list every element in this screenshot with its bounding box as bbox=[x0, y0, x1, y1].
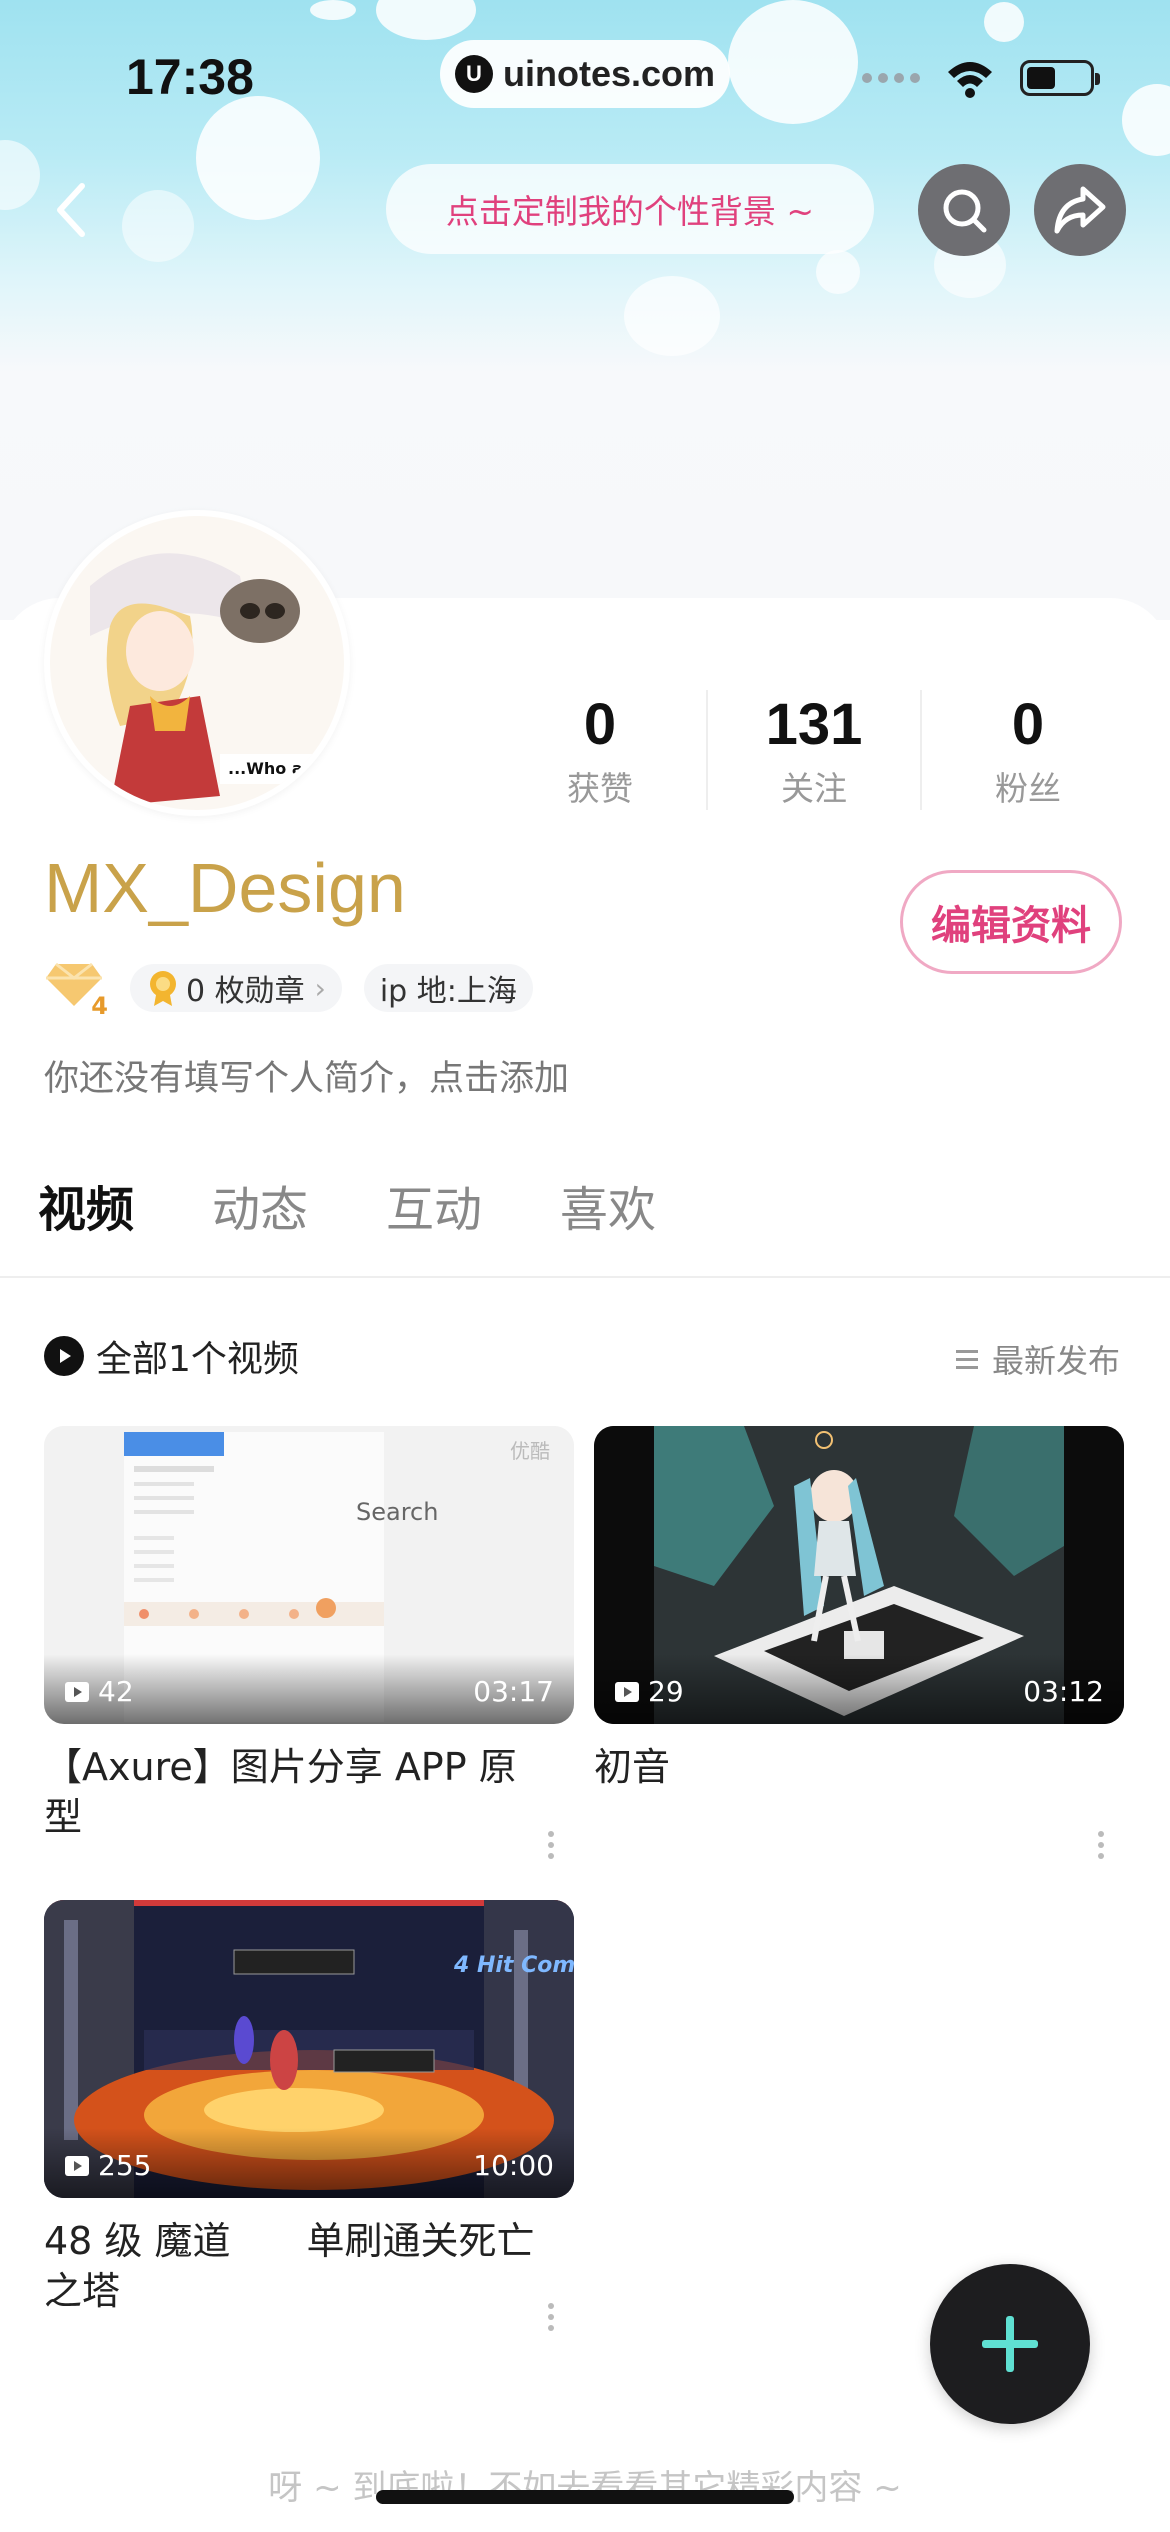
stat-number: 0 bbox=[1011, 692, 1045, 757]
view-count-text: 255 bbox=[98, 2149, 152, 2182]
play-count-icon bbox=[65, 1681, 89, 1702]
profile-stats: 0 获赞 131 关注 0 粉丝 bbox=[494, 690, 1134, 810]
list-icon bbox=[955, 1350, 978, 1369]
video-meta-overlay: 42 03:17 bbox=[44, 1654, 574, 1724]
more-options-icon[interactable] bbox=[548, 1826, 558, 1864]
banner-bubble bbox=[624, 276, 720, 356]
stat-label: 获赞 bbox=[567, 769, 633, 808]
more-options-icon[interactable] bbox=[548, 2298, 558, 2336]
video-duration: 03:17 bbox=[473, 1675, 554, 1708]
customize-background-button[interactable]: 点击定制我的个性背景 ~ bbox=[386, 164, 874, 254]
thumbnail-watermark: 优酷 bbox=[510, 1439, 550, 1463]
sort-button[interactable]: 最新发布 bbox=[954, 1336, 1120, 1382]
tab-likes[interactable]: 喜欢 bbox=[560, 1170, 656, 1240]
ip-location-text: ip 地:上海 bbox=[379, 974, 517, 1009]
video-title[interactable]: 48 级 魔道 单刷通关死亡之塔 bbox=[44, 2216, 544, 2316]
url-text: uinotes.com bbox=[502, 53, 716, 94]
medal-icon bbox=[150, 971, 176, 1006]
search-button[interactable] bbox=[918, 164, 1010, 256]
stat-number: 0 bbox=[583, 692, 617, 757]
stat-following[interactable]: 131 关注 bbox=[708, 690, 922, 810]
url-pill[interactable]: U uinotes.com bbox=[440, 40, 730, 108]
edit-profile-button[interactable]: 编辑资料 bbox=[900, 870, 1122, 974]
signal-dots-icon bbox=[862, 73, 920, 83]
chevron-right-icon: › bbox=[314, 971, 326, 1005]
username: MX_Design bbox=[44, 849, 406, 927]
banner-bubble bbox=[984, 2, 1024, 42]
tab-interactions[interactable]: 互动 bbox=[386, 1170, 482, 1240]
tab-posts[interactable]: 动态 bbox=[212, 1170, 308, 1240]
plus-icon bbox=[982, 2316, 1038, 2372]
back-button[interactable] bbox=[42, 170, 102, 250]
play-circle-icon bbox=[44, 1336, 84, 1376]
level-number: 4 bbox=[91, 992, 108, 1020]
video-card[interactable]: Search 优酷 42 03:17 【Axure】图片分享 APP 原型 bbox=[44, 1426, 574, 1859]
medals-text: 0 枚勋章 bbox=[186, 974, 305, 1009]
stat-followers[interactable]: 0 粉丝 bbox=[922, 690, 1134, 810]
add-video-button[interactable] bbox=[930, 2264, 1090, 2424]
stat-number: 131 bbox=[765, 692, 863, 757]
bio-text[interactable]: 你还没有填写个人简介，点击添加 bbox=[44, 1050, 569, 1101]
status-time: 17:38 bbox=[126, 49, 254, 105]
video-thumbnail[interactable]: Search 优酷 42 03:17 bbox=[44, 1426, 574, 1724]
home-indicator[interactable] bbox=[376, 2490, 794, 2504]
tab-videos[interactable]: 视频 bbox=[38, 1170, 134, 1240]
view-count-text: 42 bbox=[98, 1675, 134, 1708]
banner-bubble bbox=[0, 140, 40, 210]
medals-chip[interactable]: 0 枚勋章 › bbox=[130, 964, 342, 1012]
banner-bubble bbox=[816, 250, 860, 294]
play-count-icon bbox=[615, 1681, 639, 1702]
ip-location-chip: ip 地:上海 bbox=[363, 964, 533, 1012]
stat-likes[interactable]: 0 获赞 bbox=[494, 690, 708, 810]
banner-bubble bbox=[122, 190, 194, 262]
video-list-heading: 全部1个视频 bbox=[44, 1330, 299, 1382]
stat-label: 关注 bbox=[781, 769, 847, 808]
tab-divider bbox=[0, 1276, 1170, 1278]
video-card[interactable]: 4 Hit Combo! 255 10:00 48 级 魔道 单刷通关死亡之塔 bbox=[44, 1900, 574, 2331]
video-title[interactable]: 初音 bbox=[594, 1742, 1094, 1792]
video-duration: 10:00 bbox=[473, 2149, 554, 2182]
banner-bubble bbox=[376, 0, 476, 40]
video-title[interactable]: 【Axure】图片分享 APP 原型 bbox=[44, 1742, 544, 1842]
stat-label: 粉丝 bbox=[995, 769, 1061, 808]
search-icon bbox=[943, 189, 987, 233]
status-icons bbox=[862, 58, 1100, 98]
status-bar: 17:38 U uinotes.com bbox=[0, 40, 1170, 120]
view-count-text: 29 bbox=[648, 1675, 684, 1708]
video-meta-overlay: 255 10:00 bbox=[44, 2128, 574, 2198]
video-thumbnail[interactable]: 4 Hit Combo! 255 10:00 bbox=[44, 1900, 574, 2198]
wifi-icon bbox=[948, 62, 992, 98]
sort-label: 最新发布 bbox=[991, 1342, 1120, 1380]
level-badge[interactable]: 4 bbox=[44, 960, 108, 1020]
chevron-left-icon bbox=[57, 183, 85, 237]
video-card[interactable]: 29 03:12 初音 bbox=[594, 1426, 1124, 1859]
share-button[interactable] bbox=[1034, 164, 1126, 256]
video-duration: 03:12 bbox=[1023, 1675, 1104, 1708]
profile-tabs: 视频 动态 互动 喜欢 bbox=[38, 1170, 656, 1240]
view-count: 255 bbox=[64, 2149, 151, 2182]
avatar[interactable]: ...Who are y bbox=[44, 510, 350, 816]
play-count-icon bbox=[65, 2155, 89, 2176]
thumbnail-combo-text: 4 Hit Combo! bbox=[453, 1953, 574, 1978]
profile-badges: 4 0 枚勋章 › ip 地:上海 bbox=[44, 960, 533, 1020]
share-icon bbox=[1054, 186, 1106, 234]
more-options-icon[interactable] bbox=[1098, 1826, 1108, 1864]
video-meta-overlay: 29 03:12 bbox=[594, 1654, 1124, 1724]
avatar-image: ...Who are y bbox=[50, 516, 344, 810]
video-count-label: 全部1个视频 bbox=[96, 1339, 299, 1380]
view-count: 42 bbox=[64, 1675, 134, 1708]
view-count: 29 bbox=[614, 1675, 684, 1708]
video-thumbnail[interactable]: 29 03:12 bbox=[594, 1426, 1124, 1724]
battery-icon bbox=[1020, 60, 1100, 96]
banner-bubble bbox=[310, 0, 356, 20]
site-logo-icon: U bbox=[454, 55, 493, 93]
thumbnail-search-text: Search bbox=[356, 1498, 438, 1526]
